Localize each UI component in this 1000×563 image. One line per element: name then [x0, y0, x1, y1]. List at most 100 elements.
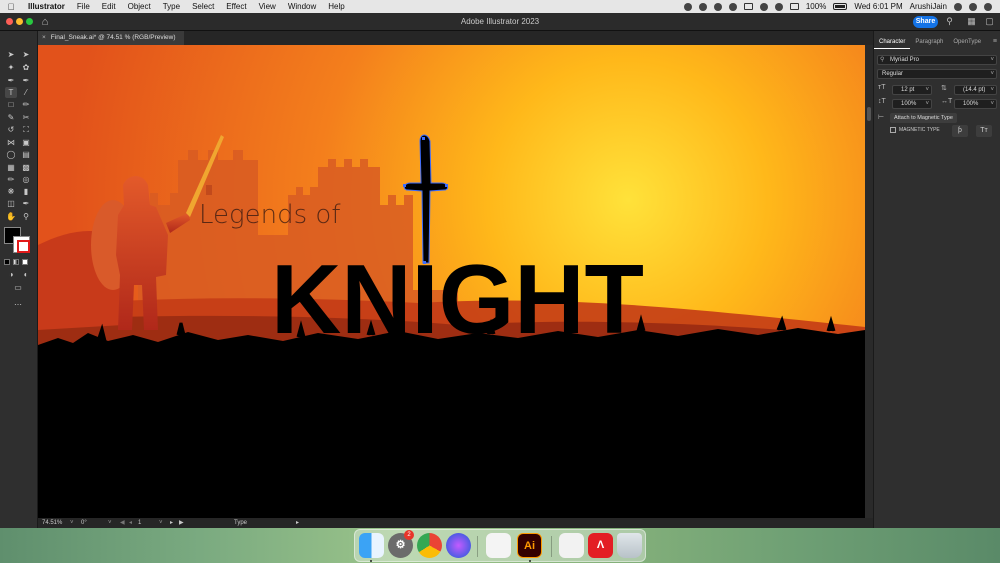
- live-paint-tool-icon[interactable]: ▤: [20, 149, 32, 160]
- shape-builder-tool-icon[interactable]: ◯: [5, 149, 17, 160]
- arrange-documents-icon[interactable]: ▢: [984, 16, 995, 27]
- menu-help[interactable]: Help: [322, 2, 350, 11]
- document-icon[interactable]: [559, 533, 584, 558]
- touch-type-tool-icon[interactable]: ƥ: [952, 125, 968, 137]
- zoom-level[interactable]: 74.51%: [42, 518, 62, 528]
- lasso-tool-icon[interactable]: ✿: [20, 62, 32, 73]
- menu-user[interactable]: ArushiJain: [910, 2, 947, 11]
- vertical-scale-field[interactable]: 100% ˅: [892, 99, 932, 109]
- horizontal-scale-field[interactable]: 100% ˅: [954, 99, 997, 109]
- font-family-field[interactable]: ⚲ Myriad Pro ˅: [877, 55, 997, 65]
- search-help-icon[interactable]: ⚲: [944, 16, 955, 27]
- column-graph-tool-icon[interactable]: ▮: [20, 186, 32, 197]
- headline-small-text[interactable]: Legends of: [199, 200, 341, 230]
- panel-menu-icon[interactable]: ≡: [993, 38, 997, 45]
- tab-opentype[interactable]: OpenType: [948, 37, 986, 49]
- battery-icon[interactable]: [833, 3, 848, 10]
- notes-icon[interactable]: [486, 533, 511, 558]
- magnetic-type-checkbox[interactable]: [890, 127, 896, 133]
- direct-selection-tool-icon[interactable]: ➤: [20, 49, 32, 60]
- focus-icon[interactable]: [728, 2, 737, 11]
- search-icon[interactable]: [954, 2, 962, 11]
- shaper-tool-icon[interactable]: ✎: [5, 112, 17, 123]
- menu-object[interactable]: Object: [122, 2, 157, 11]
- gradient-mode-swatch[interactable]: [13, 259, 19, 265]
- scale-tool-icon[interactable]: ⛶: [20, 124, 32, 135]
- symbol-sprayer-tool-icon[interactable]: ❋: [5, 186, 17, 197]
- pen-tool-icon[interactable]: ✒: [5, 75, 17, 86]
- attach-to-magnetic-type-button[interactable]: Attach to Magnetic Type: [890, 113, 957, 123]
- share-button[interactable]: Share: [913, 16, 938, 28]
- none-mode-swatch[interactable]: [22, 259, 28, 265]
- font-size-field[interactable]: 12 pt ˅: [892, 85, 932, 95]
- menu-type[interactable]: Type: [157, 2, 186, 11]
- artboard-number[interactable]: 1: [138, 518, 141, 528]
- perspective-grid-tool-icon[interactable]: ▦: [5, 162, 17, 173]
- rotation-value[interactable]: 0°: [81, 518, 87, 528]
- creative-cloud-icon[interactable]: [683, 2, 692, 11]
- line-tool-icon[interactable]: ⁄: [20, 87, 32, 98]
- menu-clock[interactable]: Wed 6:01 PM: [854, 2, 902, 11]
- siri-icon[interactable]: [446, 533, 471, 558]
- artboard-tool-icon[interactable]: ◫: [5, 198, 17, 209]
- bluetooth-icon[interactable]: [759, 2, 768, 11]
- width-tool-icon[interactable]: ⋈: [5, 137, 17, 148]
- menu-illustrator[interactable]: Illustrator: [22, 2, 71, 11]
- scissors-tool-icon[interactable]: ✂: [20, 112, 32, 123]
- draw-inside-icon[interactable]: ◐: [20, 269, 32, 280]
- headline-big-text[interactable]: KNIGHT: [271, 244, 644, 354]
- acrobat-icon[interactable]: Λ: [588, 533, 613, 558]
- artboard[interactable]: Legends of KNIGHT: [38, 45, 865, 518]
- rotate-tool-icon[interactable]: ↺: [5, 124, 17, 135]
- rectangle-tool-icon[interactable]: □: [5, 99, 17, 110]
- workspace-switcher-icon[interactable]: ▦: [966, 16, 977, 27]
- type-tool-icon[interactable]: T: [5, 87, 17, 98]
- selection-tool-icon[interactable]: ➤: [5, 49, 17, 60]
- zoom-tool-icon[interactable]: ⚲: [20, 211, 32, 222]
- hand-tool-icon[interactable]: ✋: [5, 211, 17, 222]
- menu-edit[interactable]: Edit: [96, 2, 122, 11]
- menu-file[interactable]: File: [71, 2, 96, 11]
- gradient-tool-icon[interactable]: ▩: [20, 162, 32, 173]
- next-artboard-icon[interactable]: ▸: [170, 518, 173, 528]
- paintbrush-tool-icon[interactable]: ✏: [20, 99, 32, 110]
- zoom-dropdown-icon[interactable]: ˅: [70, 518, 74, 528]
- draw-mode-icon[interactable]: ◑: [5, 269, 17, 280]
- chrome-icon[interactable]: [417, 533, 442, 558]
- edit-toolbar-icon[interactable]: ⋯: [12, 299, 24, 310]
- free-transform-tool-icon[interactable]: ▣: [20, 137, 32, 148]
- all-caps-icon[interactable]: Tт: [976, 125, 992, 137]
- close-tab-icon[interactable]: ×: [42, 31, 46, 45]
- color-mode-swatch[interactable]: [4, 259, 10, 265]
- tab-character[interactable]: Character: [874, 37, 911, 49]
- user-avatar-icon[interactable]: [969, 2, 977, 11]
- control-center-icon[interactable]: [984, 2, 992, 11]
- input-source-icon[interactable]: [789, 3, 799, 10]
- canvas-area[interactable]: Legends of KNIGHT: [38, 45, 873, 518]
- leading-field[interactable]: (14.4 pt) ˅: [954, 85, 997, 95]
- font-style-field[interactable]: Regular ˅: [877, 69, 997, 79]
- illustrator-icon[interactable]: Ai: [517, 533, 542, 558]
- blend-tool-icon[interactable]: ◎: [20, 174, 32, 185]
- tab-paragraph[interactable]: Paragraph: [910, 37, 948, 49]
- wifi-icon[interactable]: [774, 2, 783, 11]
- magic-wand-tool-icon[interactable]: ✦: [5, 62, 17, 73]
- status-app-icon[interactable]: [698, 2, 707, 11]
- menu-window[interactable]: Window: [282, 2, 322, 11]
- sync-icon[interactable]: [713, 2, 722, 11]
- status-menu-icon[interactable]: ▸: [296, 518, 299, 528]
- menu-view[interactable]: View: [253, 2, 282, 11]
- rotation-dropdown-icon[interactable]: ˅: [108, 518, 112, 528]
- apple-icon[interactable]: : [0, 2, 22, 12]
- scroll-thumb[interactable]: [867, 107, 871, 121]
- slice-tool-icon[interactable]: ✒: [20, 198, 32, 209]
- menu-select[interactable]: Select: [186, 2, 220, 11]
- vertical-scrollbar[interactable]: [865, 45, 873, 518]
- screen-mode-icon[interactable]: ▭: [12, 282, 24, 293]
- document-tab[interactable]: × Final_Sneak.ai* @ 74.51 % (RGB/Preview…: [38, 31, 184, 45]
- finder-icon[interactable]: [359, 533, 384, 558]
- eyedropper-tool-icon[interactable]: ✏: [5, 174, 17, 185]
- screen-mirroring-icon[interactable]: [743, 3, 753, 10]
- first-artboard-icon[interactable]: ◀: [120, 518, 125, 528]
- last-artboard-icon[interactable]: ▶: [179, 518, 184, 528]
